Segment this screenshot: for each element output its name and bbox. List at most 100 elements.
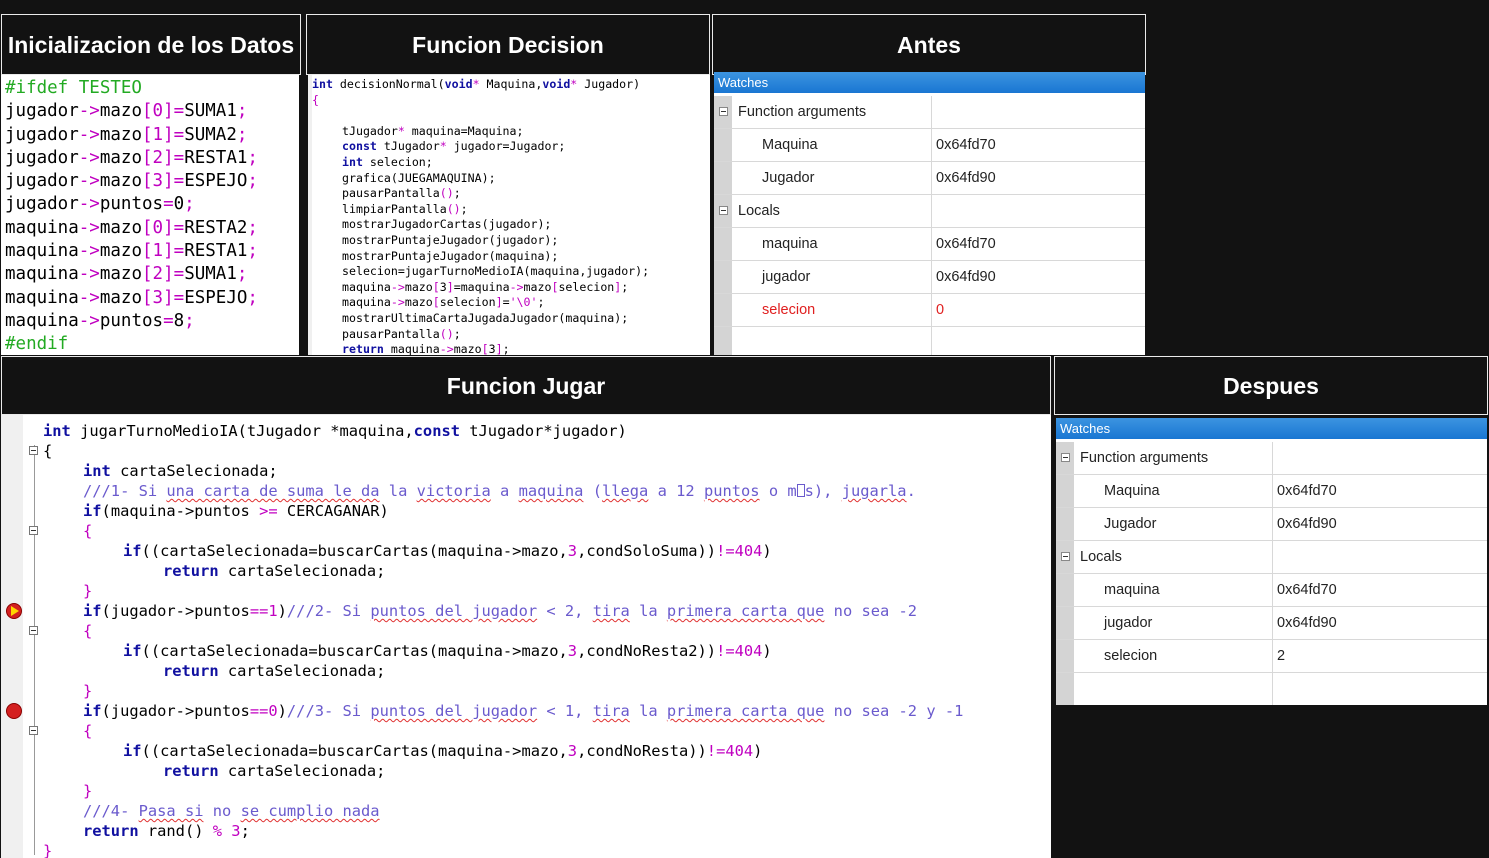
- code-line: if((cartaSelecionada=buscarCartas(maquin…: [123, 742, 763, 760]
- decision-brace: {: [312, 92, 319, 107]
- decision-code: int decisionNormal(void* Maquina,void* J…: [308, 75, 710, 355]
- decision-code-line: mostrarPuntajeJugador(maquina);: [342, 248, 559, 263]
- watch-value: 0: [936, 302, 945, 318]
- decision-code-line: mostrarJugadorCartas(jugador);: [342, 217, 552, 232]
- watch-row[interactable]: [714, 327, 1145, 355]
- code-line: {: [83, 622, 93, 640]
- init-code-line: maquina->puntos=8;: [5, 310, 195, 331]
- watch-row[interactable]: Function arguments: [714, 96, 1145, 129]
- code-line: return cartaSelecionada;: [163, 662, 386, 680]
- header-despues-title: Despues: [1223, 372, 1319, 399]
- watch-name: jugador: [1104, 615, 1153, 631]
- init-code-line: jugador->mazo[1]=SUMA2;: [5, 124, 248, 145]
- collapse-icon[interactable]: [1061, 453, 1070, 462]
- decision-gutter: [308, 75, 312, 355]
- watch-value: 0x64fd70: [1277, 582, 1337, 598]
- jugar-code-panel: int jugarTurnoMedioIA(tJugador *maquina,…: [1, 415, 1051, 858]
- watch-name: Maquina: [762, 137, 818, 153]
- init-code-line: maquina->mazo[3]=ESPEJO;: [5, 287, 258, 308]
- watch-value: 0x64fd70: [1277, 483, 1337, 499]
- code-line: if(jugador->puntos==0)///3- Si puntos de…: [83, 702, 964, 720]
- antes-watch-rows: Function arguments Maquina 0x64fd70 Jugador…: [714, 96, 1145, 355]
- code-line: }: [83, 682, 93, 700]
- code-line: return cartaSelecionada;: [163, 562, 386, 580]
- code-line: if((cartaSelecionada=buscarCartas(maquin…: [123, 642, 772, 660]
- watch-value: 0x64fd90: [1277, 516, 1337, 532]
- watch-row[interactable]: Maquina 0x64fd70: [714, 129, 1145, 162]
- code-line: return cartaSelecionada;: [163, 762, 386, 780]
- watch-name: Jugador: [1104, 516, 1157, 532]
- fold-toggle-icon[interactable]: [29, 446, 38, 455]
- header-antes: Antes: [712, 14, 1146, 75]
- decision-code-panel: int decisionNormal(void* Maquina,void* J…: [308, 75, 710, 355]
- fold-guide-line: [34, 445, 35, 855]
- code-line: }: [43, 842, 53, 858]
- decision-code-line: pausarPantalla();: [342, 326, 461, 341]
- watch-row[interactable]: Jugador 0x64fd90: [714, 162, 1145, 195]
- watch-row[interactable]: [1056, 673, 1487, 705]
- code-line: if(jugador->puntos==1)///2- Si puntos de…: [83, 602, 918, 620]
- decision-code-line: maquina->mazo[selecion]='\0';: [342, 295, 545, 310]
- missing-glyph-icon: [796, 484, 805, 497]
- init-code-line: #ifdef TESTEO: [5, 78, 142, 98]
- collapse-icon[interactable]: [1061, 552, 1070, 561]
- fold-toggle-icon[interactable]: [29, 526, 38, 535]
- fold-toggle-icon[interactable]: [29, 726, 38, 735]
- watch-name: Function arguments: [738, 104, 867, 120]
- watch-row[interactable]: maquina 0x64fd70: [714, 228, 1145, 261]
- code-line: return rand() % 3;: [83, 822, 250, 840]
- header-decision: Funcion Decision: [306, 14, 710, 75]
- header-antes-title: Antes: [897, 31, 961, 58]
- watch-value: 0x64fd90: [936, 269, 996, 285]
- decision-signature: int decisionNormal(void* Maquina,void* J…: [312, 77, 641, 91]
- watch-name: maquina: [1104, 582, 1160, 598]
- decision-code-line: const tJugador* jugador=Jugador;: [342, 139, 566, 154]
- init-code-line: #endif: [5, 334, 69, 355]
- collapse-icon[interactable]: [719, 107, 728, 116]
- despues-watches-title: Watches: [1056, 418, 1487, 439]
- watch-name: Jugador: [762, 170, 815, 186]
- init-code-line: maquina->mazo[0]=RESTA2;: [5, 217, 258, 238]
- header-jugar-title: Funcion Jugar: [446, 372, 606, 399]
- init-code-line: jugador->puntos=0;: [5, 194, 195, 215]
- fold-toggle-icon[interactable]: [29, 626, 38, 635]
- code-line: if((cartaSelecionada=buscarCartas(maquin…: [123, 542, 772, 560]
- breakpoint-icon[interactable]: [6, 703, 22, 719]
- init-code-line: jugador->mazo[2]=RESTA1;: [5, 147, 258, 168]
- init-code-line: maquina->mazo[1]=RESTA1;: [5, 241, 258, 262]
- antes-watches-panel[interactable]: Watches Function arguments Maquina 0x64fd7…: [714, 72, 1145, 355]
- header-despues: Despues: [1054, 356, 1488, 415]
- watch-row[interactable]: selecion 0: [714, 294, 1145, 327]
- watch-row[interactable]: Jugador 0x64fd90: [1056, 508, 1487, 541]
- despues-watch-rows: Function arguments Maquina 0x64fd70 Jugador…: [1056, 442, 1487, 705]
- code-line: int cartaSelecionada;: [83, 462, 278, 480]
- watch-name: Maquina: [1104, 483, 1160, 499]
- watch-row[interactable]: jugador 0x64fd90: [714, 261, 1145, 294]
- watch-row[interactable]: maquina 0x64fd70: [1056, 574, 1487, 607]
- code-line: int jugarTurnoMedioIA(tJugador *maquina,…: [43, 422, 627, 440]
- watch-row[interactable]: selecion 2: [1056, 640, 1487, 673]
- init-code-line: jugador->mazo[3]=ESPEJO;: [5, 171, 258, 192]
- watch-row[interactable]: jugador 0x64fd90: [1056, 607, 1487, 640]
- current-line-breakpoint-icon[interactable]: [6, 603, 22, 619]
- code-line: }: [83, 582, 93, 600]
- watch-name: Locals: [1080, 549, 1122, 565]
- watch-name: selecion: [1104, 648, 1158, 664]
- antes-watches-title: Watches: [714, 72, 1145, 93]
- decision-code-line: pausarPantalla();: [342, 186, 461, 201]
- code-line: if(maquina->puntos >= CERCAGANAR): [83, 502, 389, 520]
- watch-row[interactable]: Maquina 0x64fd70: [1056, 475, 1487, 508]
- watch-name: selecion: [762, 302, 816, 318]
- header-jugar: Funcion Jugar: [1, 356, 1051, 415]
- watch-row[interactable]: Locals: [1056, 541, 1487, 574]
- despues-watches-panel[interactable]: Watches Function arguments Maquina 0x64fd7…: [1056, 418, 1487, 705]
- decision-code-line: [312, 108, 710, 124]
- init-code-line: jugador->mazo[0]=SUMA1;: [5, 101, 248, 122]
- watch-row[interactable]: Locals: [714, 195, 1145, 228]
- watch-value: 0x64fd90: [936, 170, 996, 186]
- watch-row[interactable]: Function arguments: [1056, 442, 1487, 475]
- code-line: {: [83, 522, 93, 540]
- watch-name: Locals: [738, 203, 780, 219]
- collapse-icon[interactable]: [719, 206, 728, 215]
- comment-line: ///4- Pasa si no se cumplio nada: [83, 802, 380, 820]
